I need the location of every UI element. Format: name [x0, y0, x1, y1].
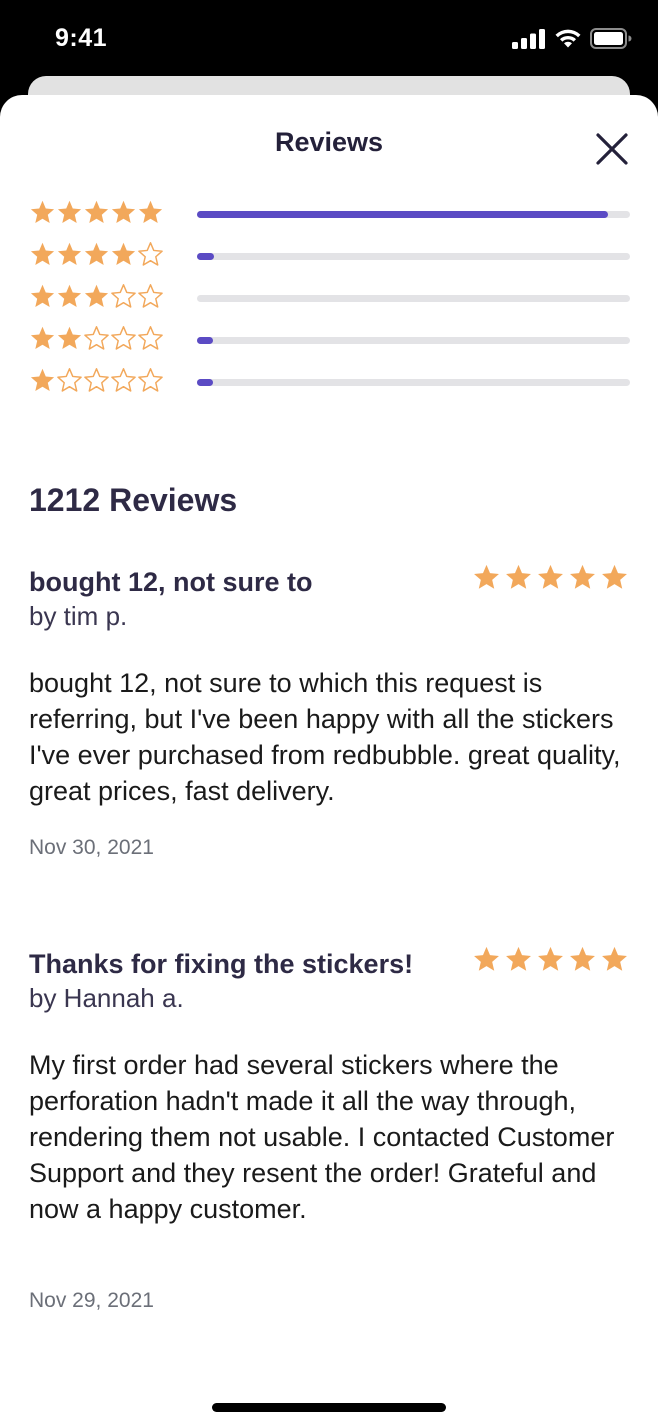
star-filled-icon — [84, 200, 109, 223]
rating-row-2-stars — [29, 325, 630, 355]
review-author: by Hannah a. — [29, 983, 184, 1013]
rating-row-4-stars — [29, 241, 630, 271]
star-outline-icon — [138, 368, 163, 392]
reviews-sheet: Reviews 1212 Reviews bought 12, not sure… — [0, 95, 658, 1425]
reviews-count: 1212 Reviews — [29, 482, 238, 518]
rating-bar-track — [197, 253, 630, 260]
review-date: Nov 30, 2021 — [29, 836, 154, 859]
star-filled-icon — [474, 946, 499, 971]
wifi-icon — [555, 29, 581, 48]
star-filled-icon — [506, 946, 531, 971]
review-author: by tim p. — [29, 601, 128, 631]
review-date: Nov 29, 2021 — [29, 1289, 154, 1312]
star-filled-icon — [111, 242, 136, 265]
rating-row-stars — [29, 241, 164, 268]
star-filled-icon — [138, 200, 163, 223]
home-indicator — [212, 1403, 446, 1412]
rating-bar-fill — [197, 337, 213, 344]
star-filled-icon — [84, 284, 109, 307]
rating-row-5-stars — [29, 199, 630, 229]
rating-row-stars — [29, 325, 164, 352]
review-rating-stars — [472, 945, 629, 974]
sheet-title: Reviews — [274, 127, 384, 157]
rating-row-3-stars — [29, 283, 630, 313]
star-filled-icon — [30, 326, 55, 349]
star-filled-icon — [602, 946, 627, 971]
star-outline-icon — [138, 326, 163, 350]
rating-bar-fill — [197, 253, 215, 260]
review-body: My first order had several stickers wher… — [29, 1050, 615, 1224]
review-item: Thanks for fixing the stickers! by Hanna… — [29, 946, 629, 1319]
star-outline-icon — [138, 242, 163, 266]
star-filled-icon — [57, 200, 82, 223]
battery-icon — [590, 28, 632, 49]
star-filled-icon — [570, 946, 595, 971]
review-title: bought 12, not sure to — [29, 567, 313, 597]
star-filled-icon — [57, 242, 82, 265]
star-filled-icon — [538, 564, 563, 589]
status-bar: 9:41 — [0, 0, 658, 80]
rating-row-stars — [29, 199, 164, 226]
star-filled-icon — [30, 200, 55, 223]
star-outline-icon — [57, 368, 82, 392]
rating-row-stars — [29, 367, 164, 394]
star-filled-icon — [57, 326, 82, 349]
review-title: Thanks for fixing the stickers! — [29, 949, 414, 979]
star-filled-icon — [57, 284, 82, 307]
star-filled-icon — [84, 242, 109, 265]
star-filled-icon — [570, 564, 595, 589]
rating-row-1-stars — [29, 367, 630, 397]
review-body: bought 12, not sure to which this reques… — [29, 668, 621, 806]
star-outline-icon — [111, 326, 136, 350]
star-outline-icon — [84, 368, 109, 392]
star-filled-icon — [506, 564, 531, 589]
status-icons — [512, 28, 632, 49]
star-filled-icon — [538, 946, 563, 971]
rating-bar-fill — [197, 379, 213, 386]
star-outline-icon — [138, 284, 163, 308]
star-filled-icon — [602, 564, 627, 589]
star-filled-icon — [30, 242, 55, 265]
star-filled-icon — [30, 284, 55, 307]
review-item: bought 12, not sure to by tim p. bought … — [29, 564, 629, 867]
rating-bar-track — [197, 211, 630, 218]
close-icon — [596, 133, 628, 165]
rating-row-stars — [29, 283, 164, 310]
star-outline-icon — [111, 284, 136, 308]
review-rating-stars — [472, 563, 629, 592]
status-time: 9:41 — [55, 24, 108, 52]
star-filled-icon — [474, 564, 499, 589]
cellular-signal-icon — [512, 28, 545, 49]
close-button[interactable] — [590, 127, 634, 171]
rating-bar-track — [197, 337, 630, 344]
star-outline-icon — [111, 368, 136, 392]
star-filled-icon — [30, 368, 55, 391]
rating-bar-fill — [197, 211, 609, 218]
rating-bar-track — [197, 295, 630, 302]
star-outline-icon — [84, 326, 109, 350]
star-filled-icon — [111, 200, 136, 223]
rating-bar-track — [197, 379, 630, 386]
